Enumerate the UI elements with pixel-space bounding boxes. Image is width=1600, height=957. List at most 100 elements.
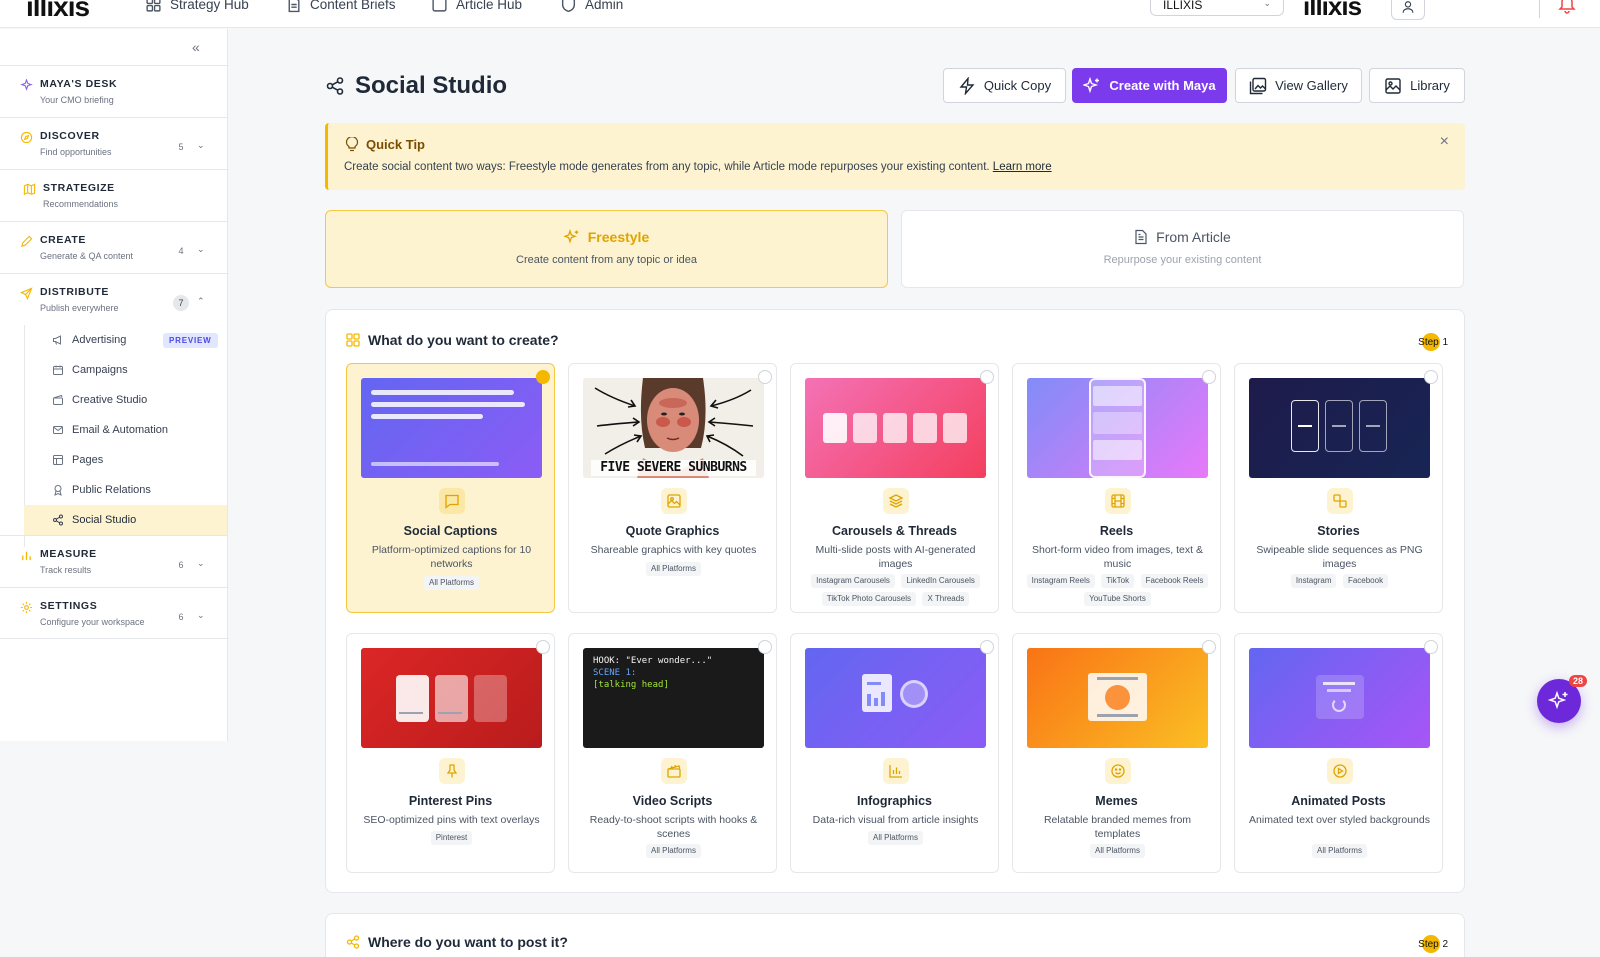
create-with-maya-button[interactable]: Create with Maya — [1072, 68, 1227, 103]
sidebar-item-public-relations[interactable]: Public Relations — [24, 475, 227, 505]
chevron-down-icon: ⌄ — [1263, 0, 1271, 8]
sidebar-item-email-automation[interactable]: Email & Automation — [24, 415, 227, 445]
sidebar-item-label: Public Relations — [72, 484, 151, 496]
platform-tag: All Platforms — [646, 562, 701, 576]
user-menu-button[interactable] — [1391, 0, 1425, 20]
tile-social-captions[interactable]: Social Captions Platform-optimized capti… — [346, 363, 555, 613]
tile-quote-graphics[interactable]: FIVE SEVERE SUNBURNS Quote Graphics Shar… — [568, 363, 777, 613]
from-article-mode-card[interactable]: From Article Repurpose your existing con… — [901, 210, 1464, 288]
tile-infographics[interactable]: Infographics Data-rich visual from artic… — [790, 633, 999, 873]
unselected-radio[interactable] — [1424, 640, 1438, 654]
section-subtitle: Configure your workspace — [40, 617, 145, 627]
tile-description: Relatable branded memes from templates — [1043, 814, 1192, 840]
share-icon — [326, 77, 344, 95]
tile-pinterest-pins[interactable]: Pinterest Pins SEO-optimized pins with t… — [346, 633, 555, 873]
section-count: 7 — [173, 295, 189, 311]
tile-icon-box — [883, 758, 909, 784]
tile-animated-posts[interactable]: Animated Posts Animated text over styled… — [1234, 633, 1443, 873]
nav-article-hub[interactable]: Article Hub — [431, 0, 522, 13]
platform-tag: All Platforms — [868, 831, 923, 845]
tile-video-scripts[interactable]: HOOK: "Ever wonder..." SCENE 1: [talking… — [568, 633, 777, 873]
tile-name: Stories — [1317, 524, 1360, 538]
maya-assistant-button[interactable]: 28 — [1537, 675, 1587, 723]
grid-icon — [346, 333, 360, 347]
quick-copy-button[interactable]: Quick Copy — [943, 68, 1066, 103]
selected-radio[interactable] — [536, 370, 550, 384]
chevron-down-icon[interactable]: ⌄ — [197, 610, 205, 621]
shield-icon — [561, 0, 576, 13]
megaphone-icon — [53, 335, 61, 345]
tile-tags: Instagram Facebook — [1243, 572, 1436, 590]
tile-icon-box — [883, 488, 909, 514]
tile-reels[interactable]: Reels Short-form video from images, text… — [1012, 363, 1221, 613]
nav-strategy-hub[interactable]: Strategy Hub — [145, 0, 249, 13]
learn-more-link[interactable]: Learn more — [993, 161, 1052, 173]
workspace-select[interactable]: ILLIXIS ⌄ — [1150, 0, 1284, 16]
image-icon — [1385, 77, 1401, 94]
tile-memes[interactable]: Memes Relatable branded memes from templ… — [1012, 633, 1221, 873]
unselected-radio[interactable] — [758, 640, 772, 654]
unselected-radio[interactable] — [758, 370, 772, 384]
freestyle-mode-card[interactable]: Freestyle Create content from any topic … — [325, 210, 888, 288]
close-icon[interactable]: × — [1440, 133, 1449, 151]
platform-tag: Facebook — [1342, 574, 1389, 588]
tile-carousels-threads[interactable]: Carousels & Threads Multi-slide posts wi… — [790, 363, 999, 613]
sidebar-item-advertising[interactable]: Advertising PREVIEW — [24, 325, 227, 355]
page-title-text: Social Studio — [355, 72, 508, 99]
section-title: DISCOVER — [40, 130, 100, 142]
section-title: SETTINGS — [40, 600, 98, 612]
calendar-icon — [53, 365, 63, 375]
library-button[interactable]: Library — [1369, 68, 1465, 103]
sidebar-item-social-studio[interactable]: Social Studio — [24, 505, 227, 535]
bar-chart-icon — [22, 551, 31, 561]
unselected-radio[interactable] — [980, 370, 994, 384]
script-note-line: [talking head] — [593, 680, 669, 690]
step-indicator: Step 2 — [1418, 935, 1448, 953]
chevron-down-icon[interactable]: ⌄ — [197, 558, 205, 569]
unselected-radio[interactable] — [1202, 640, 1216, 654]
tile-stories[interactable]: Stories Swipeable slide sequences as PNG… — [1234, 363, 1443, 613]
sparkle-icon — [20, 79, 33, 91]
mail-icon — [53, 426, 63, 434]
sidebar-section-create[interactable]: CREATE Generate & QA content 4 ⌄ — [0, 221, 227, 273]
sidebar-item-creative-studio[interactable]: Creative Studio — [24, 385, 227, 415]
tile-tags: All Platforms — [1243, 842, 1436, 860]
step-dot: Step — [1418, 935, 1441, 953]
platform-tag: All Platforms — [1312, 844, 1367, 858]
unselected-radio[interactable] — [1202, 370, 1216, 384]
award-icon — [54, 485, 62, 496]
unselected-radio[interactable] — [536, 640, 550, 654]
image-icon — [667, 494, 681, 508]
pencil-icon — [21, 235, 33, 247]
nav-content-briefs[interactable]: Content Briefs — [285, 0, 396, 13]
lightbulb-icon — [345, 137, 359, 152]
platform-tag: All Platforms — [424, 576, 479, 590]
tile-thumbnail — [361, 378, 542, 478]
unselected-radio[interactable] — [1424, 370, 1438, 384]
workspace-value: ILLIXIS — [1163, 0, 1203, 12]
collapse-sidebar-icon[interactable]: « — [192, 39, 200, 55]
chevron-down-icon[interactable]: ⌄ — [197, 244, 205, 255]
tile-name: Pinterest Pins — [408, 794, 493, 808]
notification-bell-icon[interactable] — [1556, 0, 1578, 14]
sidebar-item-pages[interactable]: Pages — [24, 445, 227, 475]
chevron-up-icon[interactable]: ⌃ — [197, 296, 205, 307]
sidebar-section-distribute[interactable]: DISTRIBUTE Publish everywhere 7 ⌃ — [0, 273, 227, 325]
nav-label: Article Hub — [456, 0, 523, 12]
nav-admin[interactable]: Admin — [560, 0, 623, 13]
tile-description: Multi-slide posts with AI-generated imag… — [815, 544, 976, 570]
chevron-down-icon[interactable]: ⌄ — [197, 140, 205, 151]
sidebar-section-discover[interactable]: DISCOVER Find opportunities 5 ⌄ — [0, 117, 227, 169]
sidebar-section-measure[interactable]: MEASURE Track results 6 ⌄ — [0, 535, 227, 587]
brand-logo: illixis — [1303, 0, 1362, 21]
lightning-icon — [959, 76, 975, 95]
logo[interactable]: illixis — [26, 0, 90, 23]
sidebar-section-strategize[interactable]: STRATEGIZE Recommendations — [0, 169, 227, 221]
unselected-radio[interactable] — [980, 640, 994, 654]
view-gallery-button[interactable]: View Gallery — [1235, 68, 1362, 103]
sidebar-item-label: Campaigns — [72, 364, 128, 376]
sidebar-item-campaigns[interactable]: Campaigns — [24, 355, 227, 385]
tile-tags: Instagram Carousels LinkedIn Carousels T… — [799, 572, 992, 608]
sidebar-section-settings[interactable]: SETTINGS Configure your workspace 6 ⌄ — [0, 587, 227, 639]
sidebar-section-mayas-desk[interactable]: MAYA'S DESK Your CMO briefing — [0, 65, 227, 117]
